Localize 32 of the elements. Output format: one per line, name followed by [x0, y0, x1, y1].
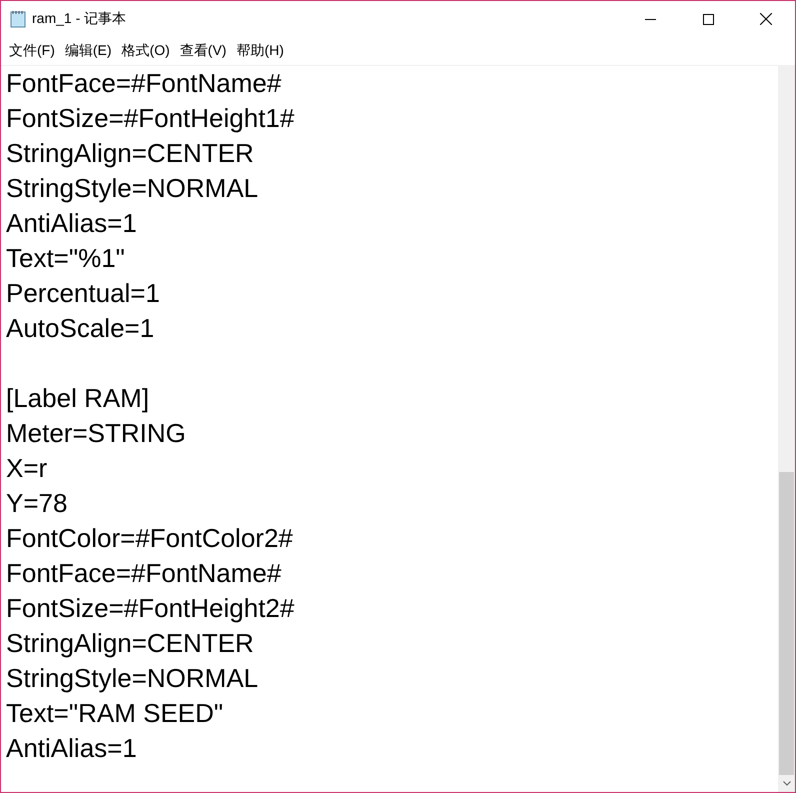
- menu-item[interactable]: 帮助(H): [231, 42, 289, 60]
- code-line: FontSize=#FontHeight1#: [6, 102, 296, 135]
- code-line: FontSize=#FontHeight2#: [6, 592, 296, 625]
- chevron-down-icon: [782, 781, 790, 786]
- menu-item[interactable]: 格式(O): [116, 42, 175, 60]
- maximize-icon: [702, 14, 714, 24]
- code-line: Y=78: [6, 487, 68, 520]
- code-line: FontColor=#FontColor2#: [6, 522, 294, 555]
- code-line: AutoScale=1: [6, 312, 156, 345]
- code-line: Percentual=1: [6, 277, 161, 310]
- code-line: StringAlign=CENTER: [6, 137, 255, 170]
- code-line: StringStyle=NORMAL: [6, 172, 260, 205]
- minimize-icon: [644, 18, 656, 20]
- code-line: AntiAlias=1: [6, 207, 138, 240]
- code-line: StringAlign=CENTER: [6, 627, 255, 660]
- window-title: ram_1 - 记事本: [32, 10, 128, 28]
- code-line: FontFace=#FontName#: [6, 557, 282, 590]
- code-line: FontFace=#FontName#: [6, 67, 282, 100]
- notepad-icon: [10, 10, 26, 28]
- close-icon: [760, 13, 772, 25]
- code-line: AntiAlias=1: [6, 732, 138, 765]
- menu-item[interactable]: 查看(V): [174, 42, 232, 60]
- scrollbar-thumb[interactable]: [779, 472, 794, 775]
- menu-item[interactable]: 编辑(E): [60, 42, 117, 60]
- code-line: X=r: [6, 452, 48, 485]
- code-line: Text="%1": [6, 242, 126, 275]
- code-line: Text="RAM SEED": [6, 697, 224, 730]
- code-line: StringStyle=NORMAL: [6, 662, 260, 695]
- code-line: [Label RAM]: [6, 382, 150, 415]
- vertical-scrollbar[interactable]: [778, 66, 795, 792]
- code-line: Meter=STRING: [6, 417, 187, 450]
- menu-item[interactable]: 文件(F): [4, 42, 60, 60]
